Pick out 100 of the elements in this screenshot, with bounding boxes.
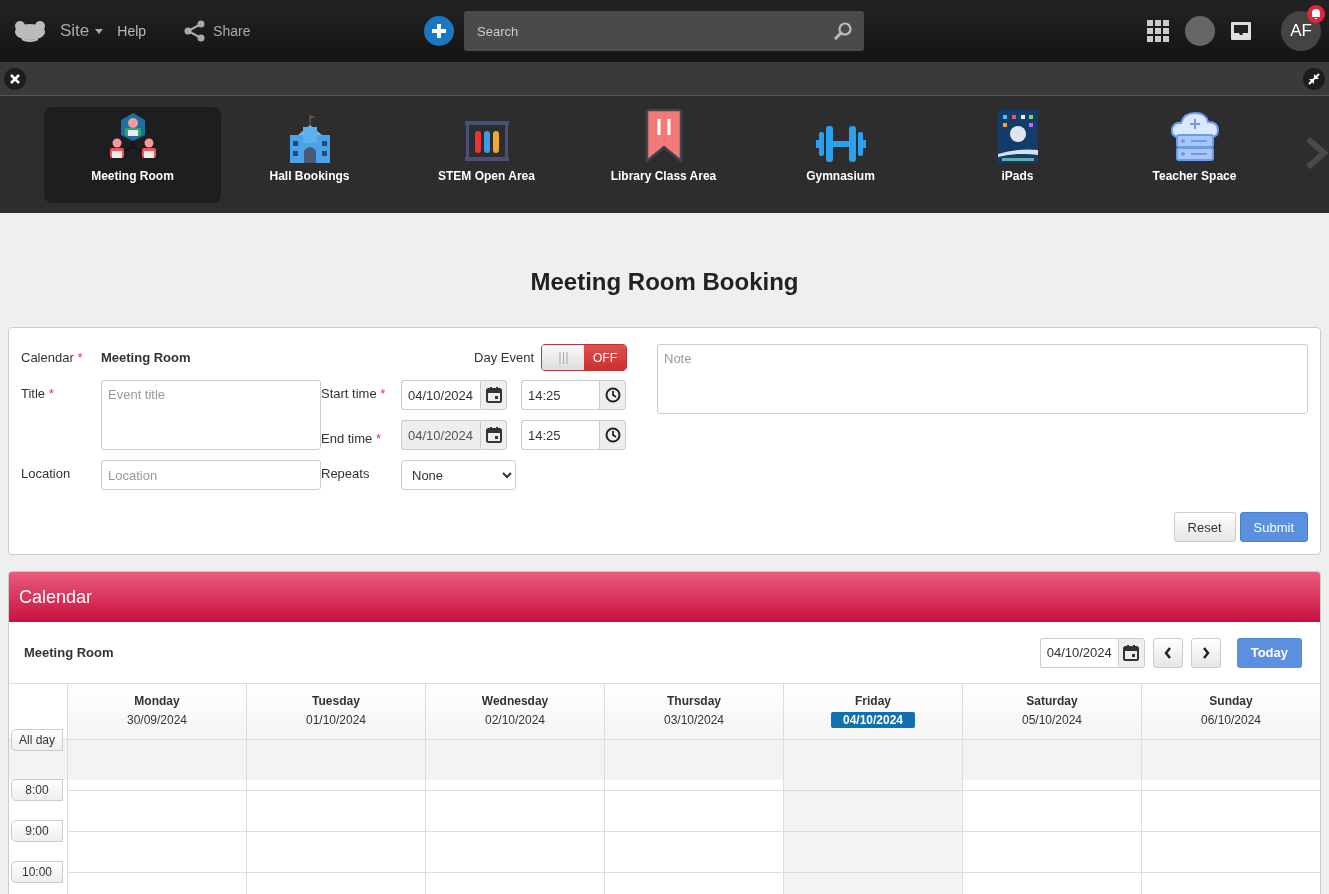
- all-day-cell[interactable]: [962, 740, 1141, 780]
- all-day-cell[interactable]: [1141, 740, 1320, 780]
- cloud-server-icon: [1168, 110, 1221, 163]
- chevron-right-icon: [1201, 646, 1210, 659]
- time-slot[interactable]: [783, 790, 962, 831]
- time-slot[interactable]: [1141, 790, 1320, 831]
- apps-grid-icon[interactable]: [1147, 20, 1169, 42]
- day-date: 04/10/2024: [830, 712, 916, 728]
- hour-label: 8:00: [11, 779, 63, 801]
- day-name: Sunday: [1209, 694, 1253, 708]
- title-field[interactable]: Event title: [101, 380, 321, 450]
- repeats-select[interactable]: None: [401, 460, 516, 490]
- time-field[interactable]: 14:25: [521, 420, 599, 450]
- date-picker-button[interactable]: [480, 420, 507, 450]
- all-day-cell[interactable]: [604, 740, 783, 780]
- search-icon: [834, 22, 852, 40]
- date-picker-button[interactable]: [480, 380, 507, 410]
- inbox-icon[interactable]: [1231, 21, 1251, 41]
- day-name: Tuesday: [312, 694, 360, 708]
- time-slot[interactable]: [783, 831, 962, 872]
- hour-label: 10:00: [11, 861, 63, 883]
- bookmark-icon: [644, 108, 683, 163]
- help-link[interactable]: Help: [117, 23, 147, 39]
- search-field[interactable]: Search: [464, 11, 864, 51]
- resource-tile[interactable]: Library Class Area: [575, 106, 752, 203]
- resource-tile[interactable]: Gymnasium: [752, 106, 929, 203]
- time-slot[interactable]: [67, 831, 246, 872]
- note-field[interactable]: Note: [657, 344, 1308, 414]
- calendar-icon: [485, 387, 502, 403]
- caret-icon: [95, 28, 104, 34]
- time-field[interactable]: 14:25: [521, 380, 599, 410]
- date-field[interactable]: 04/10/2024: [1039, 637, 1118, 668]
- all-day-cell[interactable]: [783, 740, 962, 780]
- field-label: Start time *: [321, 385, 387, 401]
- dumbbell-icon: [815, 124, 866, 163]
- time-picker-button[interactable]: [599, 420, 626, 450]
- time-slot[interactable]: [962, 831, 1141, 872]
- time-slot[interactable]: [246, 790, 425, 831]
- add-icon[interactable]: [424, 16, 454, 46]
- resource-tile[interactable]: iPads: [929, 106, 1106, 203]
- field-label: Calendar *: [21, 349, 84, 365]
- day-date: 30/09/2024: [125, 712, 189, 728]
- date-field[interactable]: 04/10/2024: [401, 380, 480, 410]
- reset-button[interactable]: Reset: [1173, 512, 1236, 542]
- field-label: End time *: [321, 430, 382, 446]
- close-icon: [10, 73, 20, 84]
- chevron-left-icon: [1163, 646, 1172, 659]
- chevron-right-icon[interactable]: [1305, 136, 1329, 170]
- day-name: Wednesday: [481, 694, 549, 708]
- day-date: 02/10/2024: [483, 712, 547, 728]
- location-field[interactable]: Location: [101, 460, 321, 490]
- clock-icon: [604, 427, 621, 443]
- building-icon: [288, 112, 331, 163]
- grip-icon: [558, 351, 568, 364]
- time-slot[interactable]: [246, 831, 425, 872]
- all-day-cell[interactable]: [67, 740, 246, 780]
- day-name: Saturday: [1026, 694, 1078, 708]
- all-day-cell[interactable]: [425, 740, 604, 780]
- time-slot[interactable]: [783, 780, 962, 790]
- day-date: 01/10/2024: [304, 712, 368, 728]
- time-picker-button[interactable]: [599, 380, 626, 410]
- profile-circle[interactable]: [1185, 16, 1215, 46]
- clock-icon: [604, 387, 621, 403]
- calendar-icon: [1123, 644, 1140, 661]
- all-day-cell[interactable]: [246, 740, 425, 780]
- date-picker-button[interactable]: [1117, 637, 1145, 668]
- hour-label: 9:00: [11, 820, 63, 842]
- field-label: Title *: [21, 385, 55, 401]
- collapse-icon: [1308, 72, 1320, 85]
- day-name: Friday: [855, 694, 891, 708]
- time-slot[interactable]: [425, 790, 604, 831]
- time-slot[interactable]: [1141, 831, 1320, 872]
- resource-tile[interactable]: Hall Bookings: [221, 106, 398, 203]
- field-label: Day Event: [474, 350, 534, 365]
- previous-button[interactable]: [1152, 637, 1183, 668]
- all-day-label: All day: [11, 729, 63, 751]
- user-avatar[interactable]: AF: [1281, 11, 1321, 51]
- close-button[interactable]: [4, 67, 26, 90]
- site-menu[interactable]: Site: [60, 21, 104, 41]
- time-slot[interactable]: [67, 790, 246, 831]
- calendar-header: Calendar: [9, 572, 1320, 622]
- day-name: Monday: [134, 694, 180, 708]
- calendar-icon: [485, 427, 502, 443]
- field-label: Location: [21, 465, 72, 481]
- resource-tile[interactable]: STEM Open Area: [398, 106, 575, 203]
- day-date: 06/10/2024: [1199, 712, 1263, 728]
- resource-tile[interactable]: Meeting Room: [44, 106, 221, 203]
- page-title: Meeting Room Booking: [529, 267, 800, 297]
- collapse-button[interactable]: [1303, 67, 1325, 90]
- resource-tile[interactable]: Teacher Space: [1106, 106, 1283, 203]
- share-icon: [184, 20, 207, 42]
- day-event-toggle[interactable]: OFF: [541, 344, 627, 371]
- calendar-value: Meeting Room: [101, 349, 192, 365]
- calendar-name: Meeting Room: [24, 645, 114, 660]
- day-date: 05/10/2024: [1020, 712, 1084, 728]
- next-button[interactable]: [1190, 637, 1221, 668]
- share-button[interactable]: Share: [184, 20, 251, 42]
- time-slot[interactable]: [962, 790, 1141, 831]
- frog-logo-icon: [14, 20, 46, 42]
- time-slot[interactable]: [425, 831, 604, 872]
